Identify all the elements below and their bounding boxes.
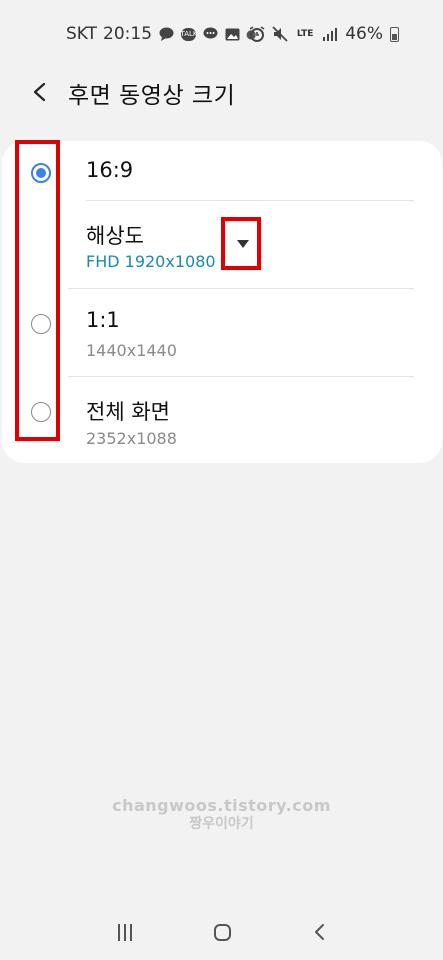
radio-16-9[interactable] xyxy=(31,163,51,183)
home-button[interactable] xyxy=(204,918,240,946)
navigation-bar xyxy=(0,900,443,960)
back-button[interactable] xyxy=(26,78,54,106)
radio-1-1[interactable] xyxy=(31,314,51,334)
resolution-dropdown-button[interactable] xyxy=(223,218,263,270)
carrier: SKT xyxy=(66,24,98,44)
dropdown-arrow-icon xyxy=(237,240,249,248)
option-16-9[interactable]: 16:9 xyxy=(2,141,442,199)
status-bar: SKT 20:15 TALK ● LTE 46% xyxy=(0,0,443,68)
clock: 20:15 xyxy=(103,24,153,44)
signal-icon xyxy=(322,26,338,42)
lte-icon: LTE xyxy=(296,29,314,39)
gallery-icon xyxy=(224,26,240,42)
resolution-row[interactable]: 해상도 FHD 1920x1080 xyxy=(2,201,442,289)
option-1-1[interactable]: 1:1 1440x1440 xyxy=(2,289,442,376)
recent-apps-icon xyxy=(118,923,132,941)
alarm-icon xyxy=(249,26,265,42)
status-right: LTE 46% xyxy=(249,24,399,44)
option-label: 16:9 xyxy=(86,158,134,182)
app-bar: 후면 동영상 크기 xyxy=(0,68,443,116)
back-arrow-icon xyxy=(33,82,46,102)
message-icon xyxy=(202,26,218,42)
battery-percent: 46% xyxy=(345,24,383,44)
video-size-options-card: 16:9 해상도 FHD 1920x1080 1:1 1440x1440 전체 … xyxy=(2,141,442,463)
option-label: 1:1 xyxy=(86,308,120,332)
option-full-screen[interactable]: 전체 화면 2352x1088 xyxy=(2,377,442,463)
recent-apps-button[interactable] xyxy=(107,918,143,946)
option-label: 전체 화면 xyxy=(86,400,170,424)
resolution-label: 해상도 xyxy=(86,224,144,248)
chat-bubble-icon xyxy=(158,26,174,42)
nav-back-button[interactable] xyxy=(301,918,337,946)
watermark-name: 짱우이야기 xyxy=(189,816,254,832)
battery-icon xyxy=(390,26,399,42)
option-sub: 2352x1088 xyxy=(86,429,177,448)
option-sub: 1440x1440 xyxy=(86,341,177,360)
home-icon xyxy=(213,923,231,941)
radio-full-screen[interactable] xyxy=(31,402,51,422)
mute-icon xyxy=(272,26,288,42)
nav-back-icon xyxy=(315,924,324,940)
resolution-value: FHD 1920x1080 xyxy=(86,252,216,271)
page-title: 후면 동영상 크기 xyxy=(68,83,236,109)
kakaotalk-icon: TALK xyxy=(180,26,198,42)
status-left: SKT 20:15 TALK ● xyxy=(66,24,257,44)
